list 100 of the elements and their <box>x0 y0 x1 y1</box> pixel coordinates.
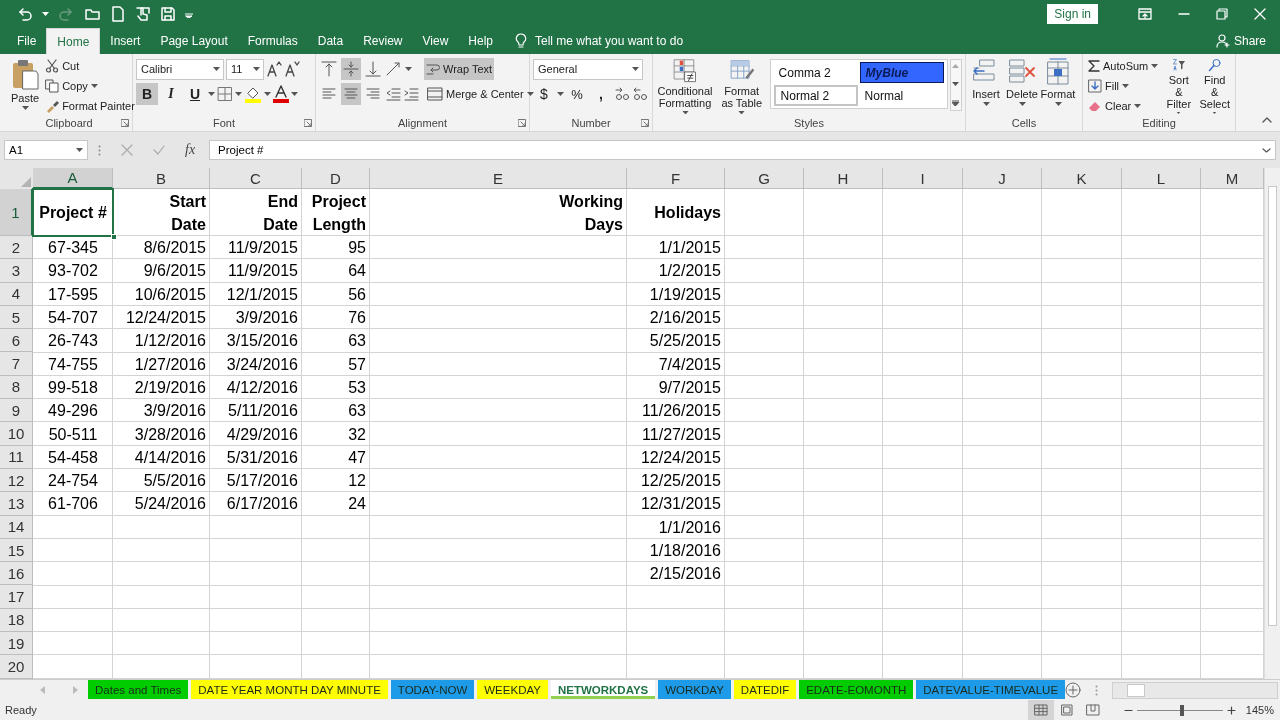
italic-button[interactable]: I <box>160 83 182 105</box>
name-box[interactable]: A1 <box>4 140 88 160</box>
format-as-table-button[interactable]: Format as Table <box>716 57 768 115</box>
caret-icon[interactable] <box>952 82 960 86</box>
font-size-dropdown[interactable]: 11 <box>226 58 264 80</box>
currency-button[interactable]: $ <box>533 83 555 105</box>
caret-icon[interactable] <box>1018 102 1026 106</box>
caret-icon[interactable] <box>213 67 220 71</box>
ribbon-tab[interactable]: Help <box>458 28 503 54</box>
paste-button[interactable]: Paste <box>9 57 42 115</box>
insert-function-button[interactable]: fx <box>185 142 196 158</box>
collapse-ribbon-icon[interactable] <box>1262 117 1272 123</box>
autosum-button[interactable]: AutoSum <box>1086 57 1161 76</box>
cell-style[interactable]: Normal <box>859 85 944 106</box>
cells-button[interactable]: Insert <box>969 57 1003 115</box>
row-header[interactable]: 15 <box>0 538 33 563</box>
row-header[interactable]: 3 <box>0 259 33 283</box>
row-header[interactable]: 1 <box>0 189 33 236</box>
row-header[interactable]: 11 <box>0 445 33 469</box>
clear-button[interactable]: Clear <box>1086 96 1161 115</box>
copy-button[interactable]: Copy <box>43 76 137 96</box>
borders-icon[interactable] <box>217 86 233 102</box>
caret-icon[interactable] <box>208 92 215 96</box>
open-folder-icon[interactable] <box>85 7 101 21</box>
tell-me-field[interactable]: Tell me what you want to do <box>533 30 723 52</box>
caret-icon[interactable] <box>1122 84 1130 88</box>
caret-icon[interactable] <box>42 12 49 16</box>
restore-icon[interactable] <box>1216 8 1228 20</box>
horizontal-scrollbar[interactable] <box>1112 681 1279 699</box>
row-header[interactable]: 16 <box>0 562 33 586</box>
row-header[interactable]: 4 <box>0 282 33 306</box>
row-header[interactable]: 12 <box>0 468 33 493</box>
caret-icon[interactable] <box>557 92 564 96</box>
caret-icon[interactable] <box>291 92 298 96</box>
fill-handle[interactable] <box>111 234 117 240</box>
row-header[interactable]: 19 <box>0 632 33 656</box>
share-button[interactable]: Share <box>1209 28 1272 54</box>
caret-icon[interactable] <box>1054 102 1062 106</box>
caret-icon[interactable] <box>526 92 534 96</box>
row-header[interactable]: 5 <box>0 305 33 330</box>
font-color-icon[interactable] <box>273 85 289 103</box>
caret-icon[interactable] <box>264 92 271 96</box>
caret-icon[interactable] <box>982 102 990 106</box>
row-header[interactable]: 20 <box>0 655 33 679</box>
row-header[interactable]: 10 <box>0 422 33 446</box>
dialog-launcher-icon[interactable] <box>641 119 649 127</box>
enter-checkmark-icon[interactable] <box>153 144 165 156</box>
dialog-launcher-icon[interactable] <box>518 119 526 127</box>
comma-button[interactable]: , <box>590 83 612 105</box>
ribbon-tab[interactable]: Page Layout <box>150 28 238 54</box>
caret-icon[interactable] <box>76 148 83 152</box>
wrap-text-button[interactable]: Wrap Text <box>424 58 495 80</box>
close-icon[interactable] <box>1254 8 1266 20</box>
caret-icon[interactable] <box>253 67 260 71</box>
row-header[interactable]: 2 <box>0 236 33 260</box>
view-button[interactable] <box>1027 700 1054 720</box>
column-header[interactable]: I <box>883 168 963 189</box>
add-sheet-icon[interactable] <box>1065 682 1082 698</box>
column-header[interactable]: C <box>210 168 302 189</box>
sheet-tab[interactable]: TODAY-NOW <box>390 680 475 699</box>
column-header[interactable]: J <box>963 168 1042 189</box>
sort-filter-button[interactable]: Sort & Filter <box>1162 57 1196 115</box>
fill-color-icon[interactable] <box>244 85 262 103</box>
touch-mode-icon[interactable] <box>135 6 151 22</box>
ribbon-tab[interactable]: Insert <box>100 28 151 54</box>
number-format-dropdown[interactable]: General <box>533 58 643 80</box>
ribbon-tab[interactable]: Formulas <box>237 28 308 54</box>
column-header[interactable]: H <box>804 168 883 189</box>
decrease-decimal-icon[interactable] <box>632 86 648 102</box>
ribbon-tab[interactable]: View <box>412 28 459 54</box>
find-select-button[interactable]: Find & Select <box>1197 57 1232 115</box>
cell-style[interactable]: Normal 2 <box>773 85 858 106</box>
customize-toolbar-icon[interactable] <box>185 10 193 18</box>
sheet-tab[interactable]: DATEDIF <box>733 680 797 699</box>
increase-decimal-icon[interactable] <box>614 86 630 102</box>
column-header[interactable]: D <box>302 168 370 189</box>
sheet-tab[interactable]: DATE YEAR MONTH DAY MINUTE <box>191 680 388 699</box>
ribbon-tab[interactable]: Home <box>46 28 101 54</box>
merge-center-button[interactable]: Merge & Center <box>425 83 536 105</box>
sheet-tab[interactable]: Dates and Times <box>88 680 189 699</box>
format-painter-button[interactable]: Format Painter <box>43 96 137 115</box>
caret-icon[interactable] <box>1134 103 1142 108</box>
vertical-scrollbar[interactable] <box>1264 168 1280 679</box>
caret-icon[interactable] <box>405 67 412 71</box>
increase-font-size-icon[interactable] <box>266 61 282 77</box>
caret-icon[interactable] <box>738 110 746 114</box>
sign-in-button[interactable]: Sign in <box>1047 4 1098 24</box>
undo-icon[interactable] <box>16 7 32 21</box>
caret-icon[interactable] <box>1211 112 1219 114</box>
ribbon-tab[interactable]: File <box>7 28 47 54</box>
cut-button[interactable]: Cut <box>43 57 137 76</box>
cell-style[interactable]: Comma 2 <box>773 62 858 83</box>
zoom-in-icon[interactable] <box>1226 705 1236 715</box>
cells-button[interactable]: Format <box>1041 57 1075 115</box>
column-header[interactable]: K <box>1042 168 1122 189</box>
row-header[interactable]: 9 <box>0 399 33 423</box>
formula-field[interactable]: Project # <box>209 140 1276 160</box>
sheet-tab[interactable]: DATEVALUE-TIMEVALUE <box>916 680 1066 699</box>
caret-icon[interactable] <box>1175 112 1183 114</box>
column-header[interactable]: L <box>1122 168 1201 189</box>
